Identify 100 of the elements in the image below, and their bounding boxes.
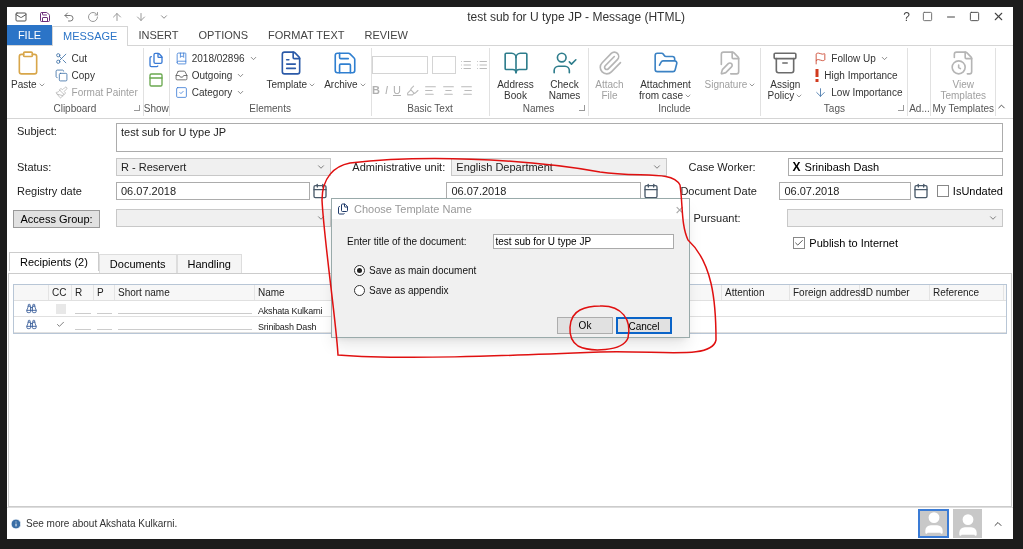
field-label: Case Worker: <box>688 159 757 175</box>
ribbon-button[interactable]: Check Names <box>542 48 587 101</box>
status-dropdown[interactable]: R - Reservert <box>116 158 332 176</box>
pursuant-dropdown[interactable] <box>787 209 1003 227</box>
redo-icon[interactable] <box>87 10 99 23</box>
down-arrow-icon[interactable] <box>135 10 147 23</box>
ribbon-tab[interactable]: OPTIONS <box>188 25 259 45</box>
group-label: Names <box>522 102 555 116</box>
ribbon-button[interactable]: Template <box>263 48 320 90</box>
maximize-icon[interactable] <box>969 11 980 22</box>
save-icon[interactable] <box>39 10 51 23</box>
group-label: Tags <box>823 102 845 116</box>
show-icon[interactable] <box>148 72 165 88</box>
ribbon-icon <box>54 52 68 65</box>
column-header: Attention <box>725 286 765 300</box>
prompt-text: Enter title of the document: <box>347 235 467 249</box>
remove-button[interactable]: X <box>792 158 801 176</box>
up-arrow-icon[interactable] <box>111 10 123 23</box>
ribbon-icon <box>551 50 578 76</box>
unit-dropdown[interactable]: English Department <box>451 158 667 176</box>
ribbon-button[interactable]: High Importance <box>810 67 907 84</box>
show-icon[interactable] <box>148 52 165 68</box>
ribbon-icon <box>814 52 828 65</box>
field-label: Subject: <box>17 124 58 139</box>
launcher-icon[interactable] <box>898 105 905 111</box>
field-label: Registry date <box>17 183 83 199</box>
file-tab[interactable]: FILE <box>7 25 52 45</box>
group-label: Show <box>143 102 169 116</box>
align-left-icon[interactable] <box>423 83 437 97</box>
launcher-icon[interactable] <box>578 105 585 111</box>
align-right-icon[interactable] <box>459 83 473 97</box>
case-worker-field[interactable]: X Srinibash Dash <box>787 158 1003 176</box>
field-label: Pursuant: <box>693 210 742 226</box>
ribbon-icon <box>174 52 188 65</box>
binoculars-icon[interactable] <box>26 303 37 314</box>
dropdown-icon <box>651 162 662 172</box>
size-field[interactable] <box>432 56 456 74</box>
help-button[interactable]: ? <box>903 7 910 26</box>
subject-field[interactable]: test sub for U type JP <box>116 123 1003 152</box>
access-group-button[interactable]: Access Group: <box>13 210 100 228</box>
radio-label: Save as appendix <box>369 284 449 298</box>
ribbon-tab[interactable]: MESSAGE <box>52 26 129 46</box>
message-icon[interactable] <box>15 10 27 23</box>
exclamation-icon <box>814 69 821 82</box>
font-field[interactable] <box>372 56 428 74</box>
check-icon <box>794 238 805 248</box>
ribbon-icon <box>772 50 799 76</box>
ribbon-button[interactable]: Address Book <box>490 48 541 101</box>
ribbon-tab[interactable]: FORMAT TEXT <box>258 25 355 45</box>
panel-tab[interactable]: Documents <box>98 254 177 273</box>
column-header: Reference <box>933 286 980 300</box>
cc-checkbox[interactable] <box>55 319 66 330</box>
binoculars-icon[interactable] <box>26 319 37 330</box>
calendar-icon[interactable] <box>312 183 329 199</box>
field-label: Status: <box>17 159 53 175</box>
checkbox[interactable] <box>793 237 806 249</box>
undo-icon[interactable] <box>63 10 75 23</box>
ribbon-display-icon[interactable] <box>922 11 933 22</box>
close-icon[interactable] <box>992 10 1005 23</box>
panel-tab[interactable]: Handling <box>176 254 242 273</box>
checkbox[interactable] <box>936 185 949 197</box>
table-cell: Srinibash Dash <box>258 321 317 332</box>
column-header: Short name <box>118 286 170 300</box>
group-label: My Templates <box>932 102 994 116</box>
bullet-list-icon[interactable] <box>460 59 472 71</box>
ribbon-button[interactable]: Low Importance <box>810 84 907 101</box>
calendar-icon[interactable] <box>642 183 659 199</box>
align-center-icon[interactable] <box>441 83 455 97</box>
calendar-icon[interactable] <box>912 183 929 199</box>
panel-tab[interactable]: Recipients (2) <box>9 252 99 271</box>
checkbox-label: Publish to Internet <box>809 235 898 251</box>
date-field[interactable]: 06.07.2018 <box>779 182 911 200</box>
launcher-icon[interactable] <box>133 105 140 111</box>
ribbon-button[interactable]: Follow Up <box>810 50 907 67</box>
access-group-dropdown[interactable] <box>115 209 332 227</box>
radio-button[interactable] <box>354 285 365 296</box>
ribbon-button[interactable]: Paste <box>8 48 49 90</box>
radio-label: Save as main document <box>369 264 477 278</box>
ribbon-button[interactable]: Assign Policy <box>762 48 809 101</box>
highlight-icon[interactable] <box>405 83 419 97</box>
dialog-button[interactable]: Ok <box>557 317 613 334</box>
column-header: Name <box>258 286 285 300</box>
ribbon-button[interactable]: 2018/02896 <box>170 50 262 67</box>
numbered-list-icon[interactable] <box>476 59 488 71</box>
ribbon-button[interactable]: Attachment from case <box>631 48 700 101</box>
ribbon-button[interactable]: Cut <box>50 50 142 67</box>
ribbon-button[interactable]: Archive <box>321 48 370 90</box>
radio-button[interactable] <box>354 265 365 276</box>
date-field[interactable]: 06.07.2018 <box>116 182 311 200</box>
group-label: Include <box>658 102 691 116</box>
checkbox-label: IsUndated <box>952 183 1003 199</box>
group-label: Clipboard <box>53 102 97 116</box>
avatar-icon[interactable] <box>918 509 949 538</box>
title-field[interactable]: test sub for U type JP <box>492 234 674 249</box>
dialog-button[interactable]: Cancel <box>616 317 672 334</box>
ribbon-tab[interactable]: INSERT <box>128 25 189 45</box>
ribbon-button[interactable]: Category <box>170 84 262 101</box>
ribbon-button[interactable]: Copy <box>50 67 142 84</box>
ribbon-tab[interactable]: REVIEW <box>354 25 418 45</box>
ribbon-button[interactable]: Outgoing <box>170 67 262 84</box>
